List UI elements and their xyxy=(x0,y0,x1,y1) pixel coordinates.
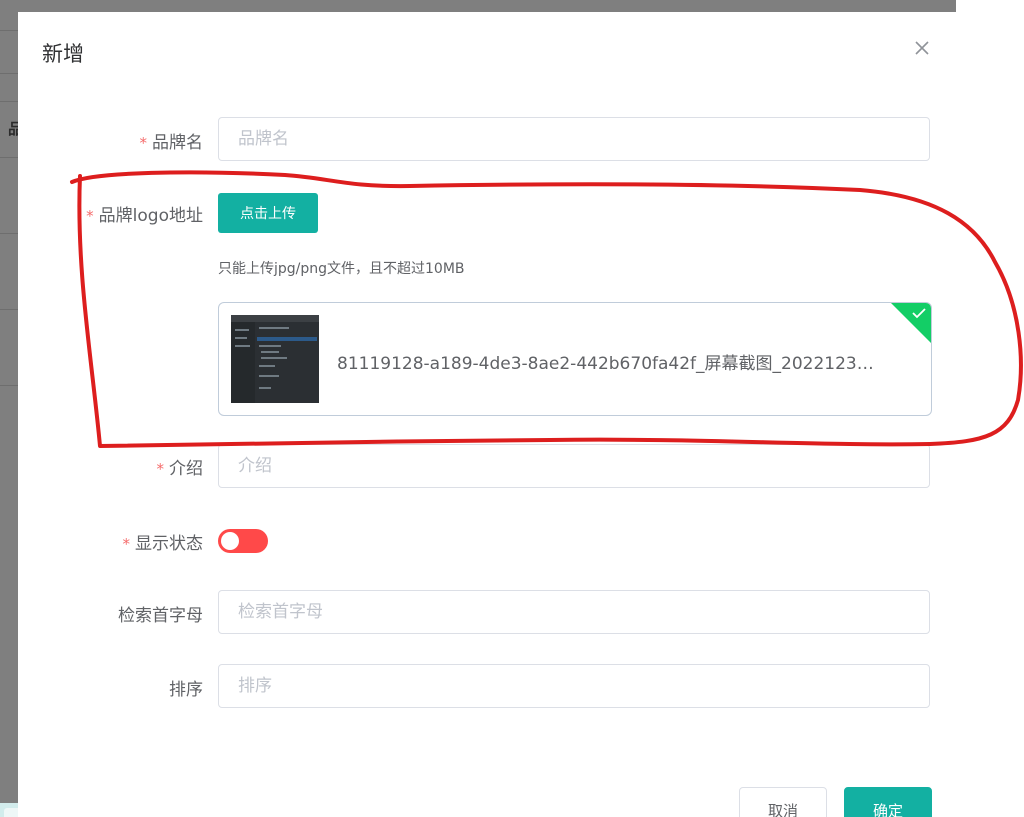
brand-name-label-text: 品牌名 xyxy=(152,133,203,153)
background-divider xyxy=(0,73,18,74)
brand-name-input[interactable] xyxy=(218,117,930,161)
show-status-label: * 显示状态 xyxy=(123,529,204,554)
dialog-title: 新增 xyxy=(42,42,84,66)
switch-knob xyxy=(221,532,239,550)
desktop-background xyxy=(956,0,1024,817)
uploaded-file-card[interactable]: 81119128-a189-4de3-8ae2-442b670fa42f_屏幕截… xyxy=(218,302,932,416)
background-divider xyxy=(0,101,18,102)
brand-name-label: * 品牌名 xyxy=(140,128,204,153)
confirm-button[interactable]: 确定 xyxy=(844,787,932,817)
required-mark: * xyxy=(156,460,165,478)
close-icon[interactable] xyxy=(913,39,931,57)
sort-label: 排序 xyxy=(169,675,203,700)
required-mark: * xyxy=(139,134,148,152)
background-divider xyxy=(0,309,18,310)
background-divider xyxy=(0,30,18,31)
background-divider xyxy=(0,233,18,234)
show-status-label-text: 显示状态 xyxy=(135,534,203,554)
intro-input[interactable] xyxy=(218,444,930,488)
first-letter-label: 检索首字母 xyxy=(118,601,203,626)
intro-label-text: 介绍 xyxy=(169,459,203,479)
background-divider xyxy=(0,385,18,386)
first-letter-label-text: 检索首字母 xyxy=(118,606,203,626)
cancel-button[interactable]: 取消 xyxy=(739,787,827,817)
required-mark: * xyxy=(122,535,131,553)
add-brand-dialog: 新增 *品牌名 *品牌logo地址 点击上传 只能上传jpg/png文件，且不超… xyxy=(18,12,956,817)
logo-label-text: 品牌logo地址 xyxy=(98,206,203,226)
show-status-switch[interactable] xyxy=(218,529,268,553)
file-thumbnail xyxy=(231,315,319,403)
sort-label-text: 排序 xyxy=(169,680,203,700)
intro-label: * 介绍 xyxy=(157,454,204,479)
upload-tip: 只能上传jpg/png文件，且不超过10MB xyxy=(218,261,465,277)
upload-button[interactable]: 点击上传 xyxy=(218,193,318,233)
required-mark: * xyxy=(86,207,94,225)
file-name[interactable]: 81119128-a189-4de3-8ae2-442b670fa42f_屏幕截… xyxy=(337,349,877,374)
sort-input[interactable] xyxy=(218,664,930,708)
upload-success-badge xyxy=(891,303,931,343)
first-letter-input[interactable] xyxy=(218,590,930,634)
background-divider xyxy=(0,157,18,158)
logo-label: * 品牌logo地址 xyxy=(86,201,203,226)
